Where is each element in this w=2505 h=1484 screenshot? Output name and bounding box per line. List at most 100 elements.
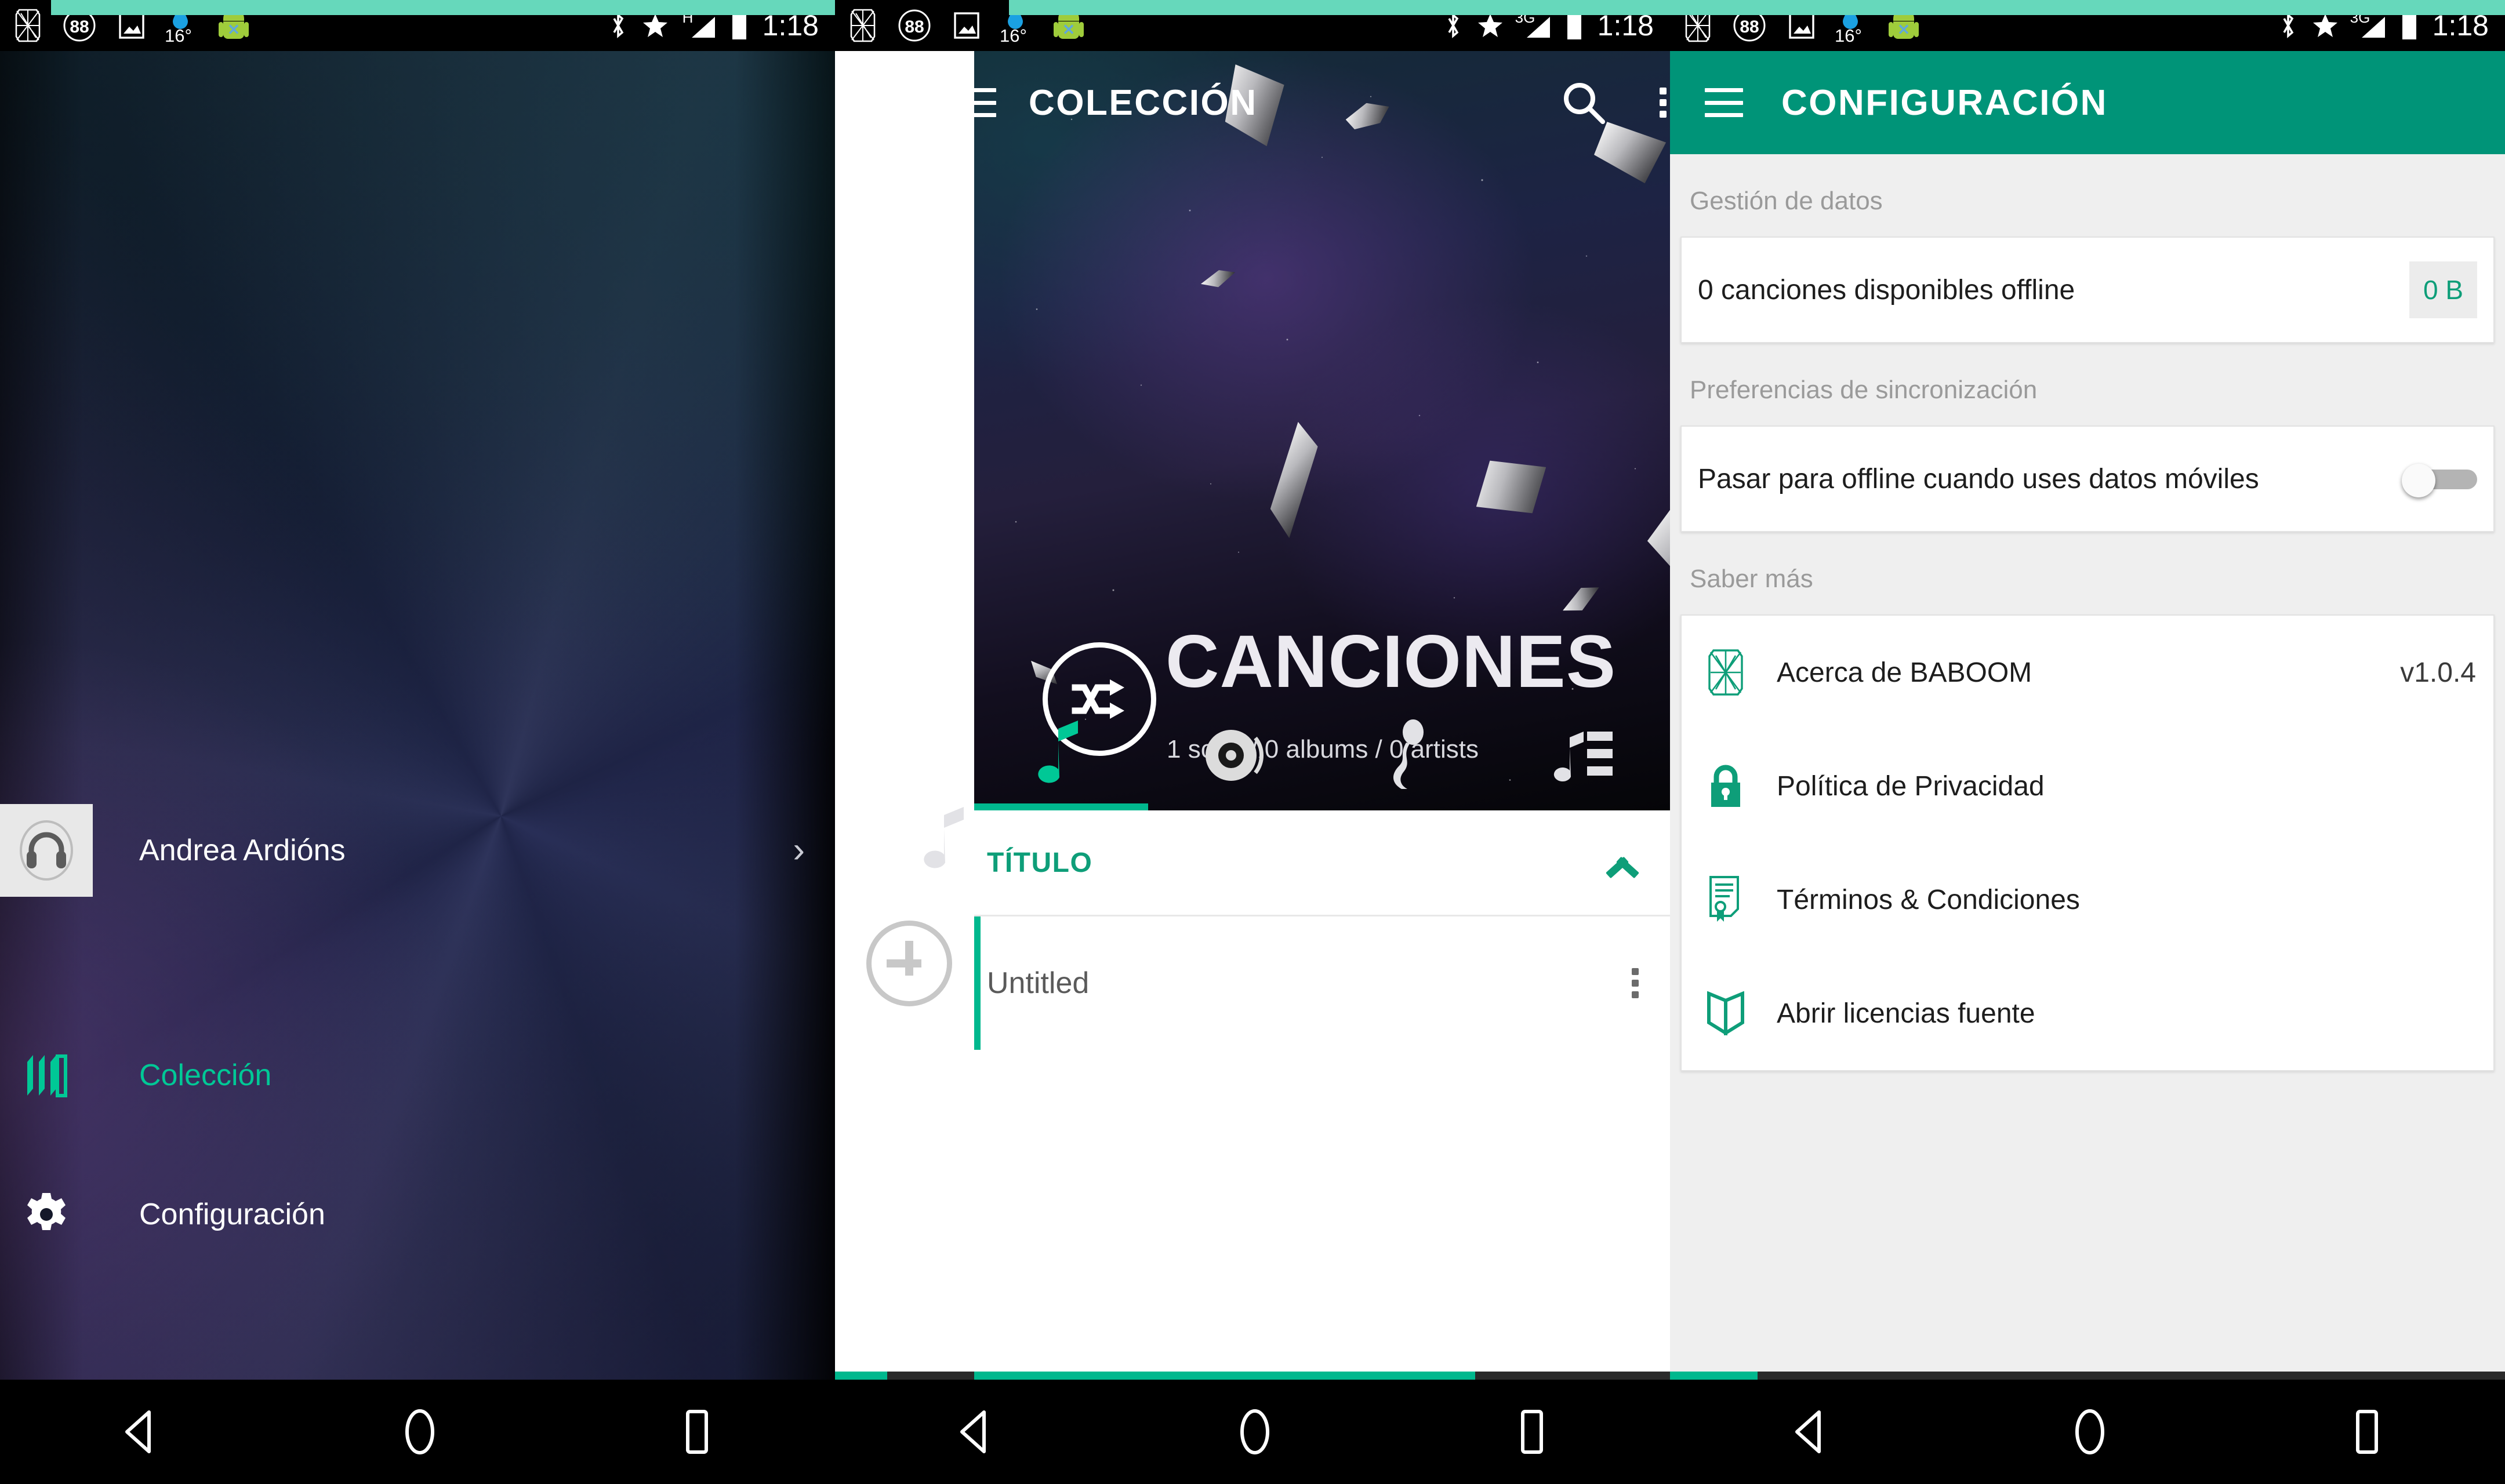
android-nav-bar xyxy=(1670,1380,2505,1484)
playback-progress-bar[interactable] xyxy=(1670,1372,2505,1380)
shuffle-icon[interactable] xyxy=(854,638,965,749)
battery-icon xyxy=(2402,11,2416,39)
88-circle-icon: 88 xyxy=(898,9,931,42)
clock: 1:18 xyxy=(2432,9,2489,42)
tab-albumes[interactable] xyxy=(1148,700,1322,810)
drawer-profile-row[interactable]: Andrea Ardións › xyxy=(0,804,835,897)
wallpaper-background xyxy=(0,0,835,1484)
sidebar-item-coleccion[interactable]: Colección xyxy=(0,1041,835,1110)
battery-icon xyxy=(1567,11,1581,39)
section-header: Saber más xyxy=(1690,565,1813,593)
baboom-notification-icon xyxy=(15,9,41,42)
star-icon xyxy=(642,14,667,37)
certificate-icon xyxy=(1699,875,1752,924)
baboom-notification-icon xyxy=(850,9,876,42)
home-button[interactable] xyxy=(1234,1407,1276,1456)
settings-card: Acerca de BABOOM v1.0.4 Política de Priv… xyxy=(1680,614,2495,1071)
settings-list: Gestión de datos 0 canciones disponibles… xyxy=(1670,154,2505,1380)
status-badge: 0 B xyxy=(2409,261,2477,318)
table-row[interactable]: Untitled xyxy=(974,916,1670,1050)
setting-about-baboom[interactable]: Acerca de BABOOM v1.0.4 xyxy=(1682,616,2493,729)
clock: 1:18 xyxy=(1597,9,1654,42)
status-accent-strip xyxy=(1009,0,1670,15)
tab-canciones[interactable] xyxy=(974,700,1148,810)
home-button[interactable] xyxy=(399,1407,441,1456)
page-title: COLECCIÓN xyxy=(1029,82,1258,123)
headphones-icon xyxy=(20,820,73,881)
battery-icon xyxy=(732,11,746,39)
setting-offline-songs[interactable]: 0 canciones disponibles offline 0 B xyxy=(1682,238,2493,342)
screen-collection: 88 16° ✕ 3G 1:18 CANCIONES 1 song / 0 al… xyxy=(835,0,1670,1484)
playback-progress-bar[interactable] xyxy=(974,1372,1670,1380)
screenshot-image-icon xyxy=(954,12,979,39)
setting-terms-conditions[interactable]: Términos & Condiciones xyxy=(1682,843,2493,956)
setting-label: 0 canciones disponibles offline xyxy=(1698,274,2075,305)
recents-button[interactable] xyxy=(1513,1408,1551,1456)
list-header-label: TÍTULO xyxy=(987,847,1093,878)
status-accent-strip xyxy=(51,0,835,15)
hamburger-icon[interactable] xyxy=(958,88,996,117)
hero-banner: CANCIONES 1 song / 0 albums / 0 artists xyxy=(974,51,1670,810)
tab-active-indicator xyxy=(974,803,1148,810)
home-button[interactable] xyxy=(2069,1407,2111,1456)
setting-label: Acerca de BABOOM xyxy=(1777,657,2032,688)
microphone-icon xyxy=(1393,719,1424,789)
android-nav-bar xyxy=(835,1380,1670,1484)
temperature-label: 16° xyxy=(1835,26,1862,46)
offline-mobile-data-toggle[interactable] xyxy=(2402,464,2477,497)
svg-text:88: 88 xyxy=(1740,17,1759,37)
avatar xyxy=(0,804,93,897)
back-button[interactable] xyxy=(954,1409,997,1455)
sidebar-item-configuracion[interactable]: Configuración xyxy=(0,1180,835,1249)
setting-label: Abrir licencias fuente xyxy=(1777,998,2035,1029)
gear-icon xyxy=(0,1191,93,1238)
setting-open-source-licenses[interactable]: Abrir licencias fuente xyxy=(1682,956,2493,1070)
hamburger-icon[interactable] xyxy=(1705,88,1743,117)
section-header: Gestión de datos xyxy=(1690,187,1883,215)
page-title: CONFIGURACIÓN xyxy=(1781,82,2108,123)
star-icon xyxy=(2312,14,2337,37)
setting-privacy-policy[interactable]: Política de Privacidad xyxy=(1682,729,2493,843)
overflow-menu-icon[interactable] xyxy=(1632,968,1639,998)
tab-artistas[interactable] xyxy=(1322,700,1496,810)
back-button[interactable] xyxy=(1789,1409,1832,1455)
app-bar: CONFIGURACIÓN xyxy=(1670,51,2505,154)
chevron-right-icon[interactable]: › xyxy=(793,832,805,868)
clock: 1:18 xyxy=(762,9,819,42)
baboom-logo-icon xyxy=(1699,649,1752,696)
status-accent-strip xyxy=(1670,0,2505,15)
section-header: Preferencias de sincronización xyxy=(1690,376,2038,404)
playlist-icon xyxy=(1553,732,1613,782)
chevron-up-icon[interactable] xyxy=(1606,846,1639,879)
svg-text:88: 88 xyxy=(905,17,924,37)
back-button[interactable] xyxy=(119,1409,162,1455)
list-header[interactable]: TÍTULO xyxy=(974,810,1670,916)
settings-card: 0 canciones disponibles offline 0 B xyxy=(1680,237,2495,343)
recents-button[interactable] xyxy=(678,1408,716,1456)
temperature-label: 16° xyxy=(165,26,192,46)
signal-icon: 3G xyxy=(1515,9,1551,39)
search-icon[interactable] xyxy=(1561,80,1606,125)
overflow-menu-icon[interactable] xyxy=(1660,88,1667,118)
lock-icon xyxy=(1699,763,1752,809)
setting-label: Pasar para offline cuando uses datos móv… xyxy=(1698,463,2259,494)
song-title: Untitled xyxy=(987,966,1090,1000)
playing-accent-bar xyxy=(974,916,981,1050)
page-title: CANCIONES xyxy=(1166,620,1617,703)
setting-offline-on-mobile-data[interactable]: Pasar para offline cuando uses datos móv… xyxy=(1682,427,2493,531)
vinyl-record-icon xyxy=(1206,730,1264,781)
back-arrow-icon[interactable] xyxy=(867,82,916,123)
signal-icon: H xyxy=(682,9,716,39)
add-circle-icon[interactable] xyxy=(866,921,952,1006)
music-note-icon xyxy=(924,807,964,868)
collection-panel: CANCIONES 1 song / 0 albums / 0 artists xyxy=(974,51,1670,1380)
android-nav-bar xyxy=(0,1380,835,1484)
tab-listas[interactable] xyxy=(1496,700,1670,810)
settings-card: Pasar para offline cuando uses datos móv… xyxy=(1680,425,2495,532)
background-progress-bar xyxy=(835,1372,974,1380)
app-bar: COLECCIÓN xyxy=(835,51,1670,154)
recents-button[interactable] xyxy=(2348,1408,2386,1456)
sidebar-item-label: Configuración xyxy=(139,1198,325,1231)
svg-text:88: 88 xyxy=(70,17,89,37)
app-version: v1.0.4 xyxy=(2400,657,2476,688)
